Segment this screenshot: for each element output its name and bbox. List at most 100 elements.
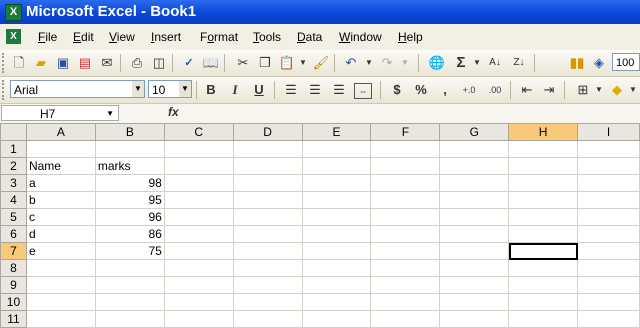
cell[interactable]: e (25, 242, 96, 260)
cell[interactable] (577, 242, 640, 260)
row-header[interactable]: 2 (0, 157, 27, 175)
menu-view[interactable]: View (109, 29, 135, 45)
underline-button[interactable]: U (250, 81, 268, 99)
font-name-select[interactable]: Arial ▼ (10, 80, 145, 98)
menu-tools[interactable]: Tools (253, 29, 281, 45)
cell[interactable] (163, 140, 234, 158)
cell[interactable] (163, 293, 234, 311)
cell[interactable] (94, 276, 165, 294)
menu-help[interactable]: Help (398, 29, 423, 45)
percent-button[interactable]: % (412, 81, 430, 99)
column-header-d[interactable]: D (232, 123, 303, 141)
redo-dropdown-icon[interactable]: ▼ (396, 54, 414, 72)
cell[interactable] (508, 191, 579, 209)
cell[interactable]: a (25, 174, 96, 192)
drawing-icon[interactable]: ◈ (590, 54, 608, 72)
cell[interactable] (163, 174, 234, 192)
cell[interactable]: 86 (94, 225, 165, 243)
bold-button[interactable]: B (202, 81, 220, 99)
menu-format[interactable]: Format (200, 29, 238, 45)
cell[interactable] (370, 293, 441, 311)
cell[interactable]: 96 (94, 208, 165, 226)
cell[interactable] (508, 310, 579, 328)
cell[interactable] (439, 174, 510, 192)
cell[interactable] (232, 140, 303, 158)
cell[interactable]: 95 (94, 191, 165, 209)
print-preview-icon[interactable]: ◫ (150, 54, 168, 72)
cell[interactable] (439, 276, 510, 294)
cell[interactable] (370, 242, 441, 260)
save-icon[interactable]: ▣ (54, 54, 72, 72)
cell[interactable]: Name (25, 157, 96, 175)
cell[interactable] (163, 191, 234, 209)
increase-decimal-button[interactable]: +.0 (458, 81, 480, 99)
cell[interactable] (94, 293, 165, 311)
cell[interactable] (577, 276, 640, 294)
column-header-e[interactable]: E (301, 123, 372, 141)
chevron-down-icon[interactable]: ▼ (106, 106, 114, 122)
paste-dropdown-icon[interactable]: ▼ (294, 54, 312, 72)
borders-dropdown-icon[interactable]: ▼ (590, 81, 608, 99)
sort-ascending-icon[interactable]: A↓ (486, 54, 504, 72)
cell[interactable] (577, 174, 640, 192)
fill-color-dropdown-icon[interactable]: ▼ (624, 81, 640, 99)
cell[interactable] (439, 242, 510, 260)
cell[interactable] (232, 276, 303, 294)
cell[interactable] (370, 208, 441, 226)
cell[interactable] (370, 259, 441, 277)
cell[interactable] (301, 140, 372, 158)
cell[interactable] (439, 293, 510, 311)
cell[interactable]: 98 (94, 174, 165, 192)
cell[interactable]: 75 (94, 242, 165, 260)
undo-dropdown-icon[interactable]: ▼ (360, 54, 378, 72)
column-header-a[interactable]: A (25, 123, 96, 141)
chart-wizard-icon[interactable]: ▮▮ (568, 54, 586, 72)
row-header[interactable]: 1 (0, 140, 27, 158)
cell[interactable] (370, 157, 441, 175)
sort-descending-icon[interactable]: Z↓ (510, 54, 528, 72)
cell[interactable] (232, 191, 303, 209)
cell[interactable]: c (25, 208, 96, 226)
row-header[interactable]: 6 (0, 225, 27, 243)
cell[interactable] (25, 140, 96, 158)
cell[interactable] (232, 259, 303, 277)
redo-icon[interactable]: ↷ (378, 54, 396, 72)
name-box[interactable]: H7 ▼ (1, 105, 119, 121)
cell[interactable] (301, 293, 372, 311)
cell[interactable] (370, 140, 441, 158)
column-header-g[interactable]: G (439, 123, 510, 141)
hyperlink-icon[interactable]: 🌐 (428, 54, 446, 72)
cell[interactable] (577, 259, 640, 277)
cell[interactable] (508, 174, 579, 192)
cell[interactable] (232, 293, 303, 311)
cell[interactable] (163, 276, 234, 294)
cell[interactable] (508, 259, 579, 277)
active-cell[interactable] (508, 242, 579, 260)
row-header[interactable]: 10 (0, 293, 27, 311)
decrease-decimal-button[interactable]: .00 (484, 81, 506, 99)
chevron-down-icon[interactable]: ▼ (132, 81, 144, 97)
cell[interactable] (370, 191, 441, 209)
align-left-icon[interactable]: ☰ (282, 81, 300, 99)
align-right-icon[interactable]: ☰ (330, 81, 348, 99)
cell[interactable] (94, 310, 165, 328)
menu-data[interactable]: Data (297, 29, 322, 45)
cell[interactable] (508, 225, 579, 243)
cell[interactable] (301, 276, 372, 294)
cell[interactable]: marks (94, 157, 165, 175)
permission-icon[interactable]: ▤ (76, 54, 94, 72)
italic-button[interactable]: I (226, 81, 244, 99)
align-center-icon[interactable]: ☰ (306, 81, 324, 99)
cell[interactable] (94, 259, 165, 277)
cell[interactable] (439, 140, 510, 158)
cell[interactable] (25, 276, 96, 294)
workbook-icon[interactable]: X (6, 29, 21, 44)
cell[interactable] (577, 310, 640, 328)
cell[interactable] (439, 208, 510, 226)
column-header-h[interactable]: H (508, 123, 579, 141)
cell[interactable] (301, 208, 372, 226)
research-icon[interactable]: 📖 (202, 54, 220, 72)
cell[interactable] (94, 140, 165, 158)
zoom-box[interactable]: 100 (612, 53, 640, 71)
row-header[interactable]: 3 (0, 174, 27, 192)
